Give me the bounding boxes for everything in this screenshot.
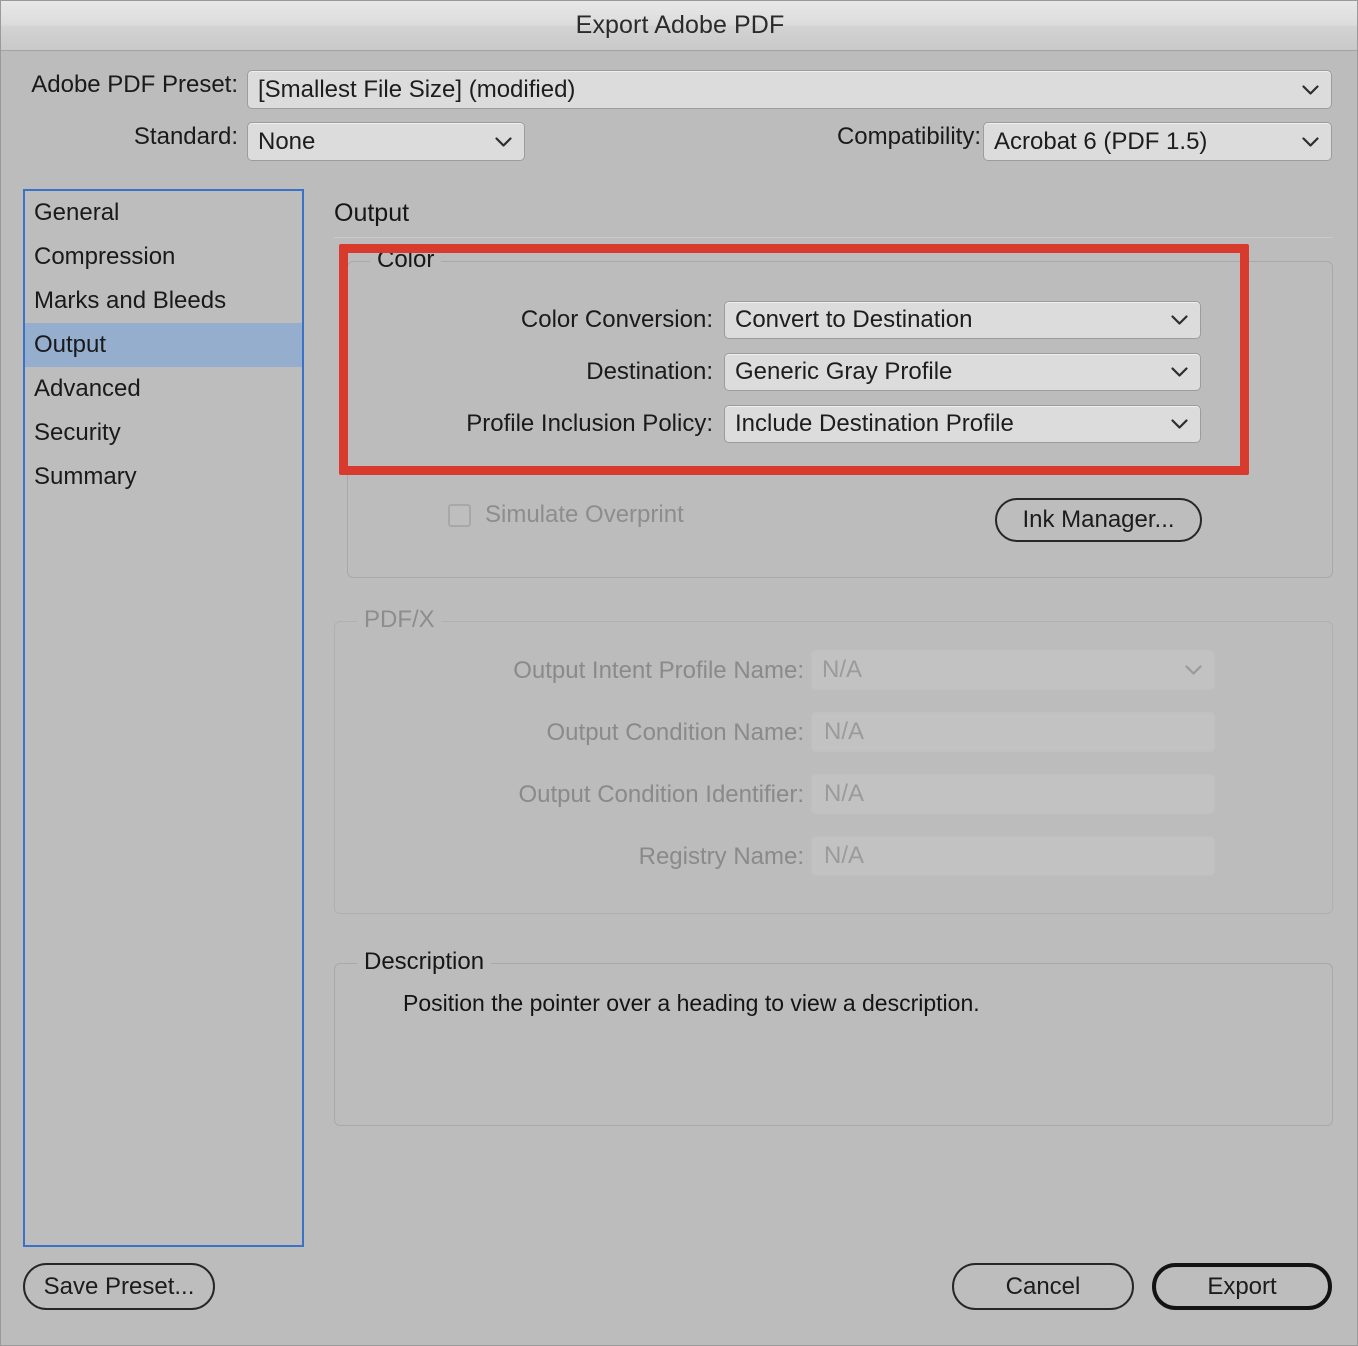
standard-value: None — [258, 127, 316, 155]
simulate-overprint-checkbox-row[interactable]: Simulate Overprint — [448, 501, 684, 529]
compatibility-value: Acrobat 6 (PDF 1.5) — [994, 127, 1208, 155]
color-conversion-label: Color Conversion: — [520, 305, 713, 333]
description-group: Description — [334, 948, 1333, 1126]
sidebar-item-label: Marks and Bleeds — [34, 287, 227, 314]
output-condition-name-row: Output Condition Name: — [431, 714, 804, 751]
registry-name-value: N/A — [824, 842, 865, 869]
color-conversion-row: Color Conversion: — [431, 301, 713, 338]
save-preset-label: Save Preset... — [43, 1272, 195, 1300]
sidebar-item-label: Output — [34, 331, 107, 358]
chevron-down-icon — [1302, 84, 1319, 95]
output-intent-profile-name-value: N/A — [822, 656, 863, 683]
output-intent-profile-name-label: Output Intent Profile Name: — [513, 656, 804, 684]
window-titlebar: Export Adobe PDF — [1, 1, 1357, 51]
cancel-label: Cancel — [1005, 1272, 1081, 1300]
destination-row: Destination: — [431, 353, 713, 390]
profile-inclusion-policy-value: Include Destination Profile — [735, 410, 1014, 437]
chevron-down-icon — [1171, 367, 1188, 378]
sidebar-item-label: General — [34, 199, 120, 226]
compatibility-label: Compatibility: — [836, 123, 981, 150]
chevron-down-icon — [1171, 419, 1188, 430]
ink-manager-button[interactable]: Ink Manager... — [995, 498, 1202, 542]
output-condition-name-input: N/A — [811, 712, 1215, 752]
sidebar-item-advanced[interactable]: Advanced — [25, 367, 302, 411]
export-button[interactable]: Export — [1152, 1263, 1332, 1310]
chevron-down-icon — [495, 136, 512, 147]
compatibility-row: Compatibility: — [801, 123, 981, 151]
registry-name-input: N/A — [811, 836, 1215, 876]
chevron-down-icon — [1302, 136, 1319, 147]
chevron-down-icon — [1171, 315, 1188, 326]
output-condition-identifier-value: N/A — [824, 780, 865, 807]
window-title: Export Adobe PDF — [575, 11, 785, 39]
export-label: Export — [1207, 1272, 1277, 1300]
destination-select[interactable]: Generic Gray Profile — [724, 353, 1201, 391]
registry-name-row: Registry Name: — [431, 838, 804, 875]
preset-row: Adobe PDF Preset: — [28, 71, 238, 99]
standard-select[interactable]: None — [247, 122, 525, 161]
profile-inclusion-policy-row: Profile Inclusion Policy: — [431, 405, 713, 442]
registry-name-label: Registry Name: — [638, 842, 804, 870]
output-condition-name-value: N/A — [824, 718, 865, 745]
standard-row: Standard: — [28, 123, 238, 151]
profile-inclusion-policy-label: Profile Inclusion Policy: — [466, 409, 713, 437]
simulate-overprint-label: Simulate Overprint — [485, 501, 684, 528]
cancel-button[interactable]: Cancel — [952, 1263, 1134, 1310]
sidebar-item-summary[interactable]: Summary — [25, 455, 302, 499]
sidebar-item-label: Summary — [34, 463, 137, 490]
page-title: Output — [334, 199, 410, 227]
sidebar-item-general[interactable]: General — [25, 191, 302, 235]
settings-category-list[interactable]: General Compression Marks and Bleeds Out… — [23, 189, 304, 1247]
sidebar-item-security[interactable]: Security — [25, 411, 302, 455]
pdfx-group-legend: PDF/X — [357, 606, 442, 634]
destination-label: Destination: — [586, 357, 713, 385]
color-conversion-select[interactable]: Convert to Destination — [724, 301, 1201, 339]
chevron-down-icon — [1185, 665, 1202, 676]
output-condition-name-label: Output Condition Name: — [546, 718, 804, 746]
sidebar-item-output[interactable]: Output — [25, 323, 302, 367]
sidebar-item-label: Compression — [34, 243, 176, 270]
output-intent-profile-name-row: Output Intent Profile Name: — [431, 652, 804, 689]
output-condition-identifier-label: Output Condition Identifier: — [518, 780, 804, 808]
output-condition-identifier-input: N/A — [811, 774, 1215, 814]
standard-label: Standard: — [133, 123, 238, 150]
profile-inclusion-policy-select[interactable]: Include Destination Profile — [724, 405, 1201, 443]
description-text: Position the pointer over a heading to v… — [403, 990, 980, 1016]
adobe-pdf-preset-select[interactable]: [Smallest File Size] (modified) — [247, 70, 1332, 109]
save-preset-button[interactable]: Save Preset... — [23, 1263, 215, 1310]
description-group-legend: Description — [357, 948, 492, 976]
simulate-overprint-checkbox[interactable] — [448, 503, 471, 527]
sidebar-item-label: Advanced — [34, 375, 141, 402]
adobe-pdf-preset-value: [Smallest File Size] (modified) — [258, 75, 576, 103]
output-condition-identifier-row: Output Condition Identifier: — [431, 776, 804, 813]
color-conversion-value: Convert to Destination — [735, 306, 973, 333]
destination-value: Generic Gray Profile — [735, 358, 953, 385]
preset-label: Adobe PDF Preset: — [31, 71, 238, 98]
pane-divider — [334, 237, 1333, 238]
export-adobe-pdf-dialog: Export Adobe PDF Adobe PDF Preset: [Smal… — [0, 0, 1358, 1346]
sidebar-item-label: Security — [34, 419, 121, 446]
compatibility-select[interactable]: Acrobat 6 (PDF 1.5) — [983, 122, 1332, 161]
sidebar-item-marks-and-bleeds[interactable]: Marks and Bleeds — [25, 279, 302, 323]
sidebar-item-compression[interactable]: Compression — [25, 235, 302, 279]
ink-manager-label: Ink Manager... — [1022, 506, 1175, 533]
color-group-legend: Color — [370, 246, 442, 274]
output-intent-profile-name-select: N/A — [811, 650, 1215, 690]
